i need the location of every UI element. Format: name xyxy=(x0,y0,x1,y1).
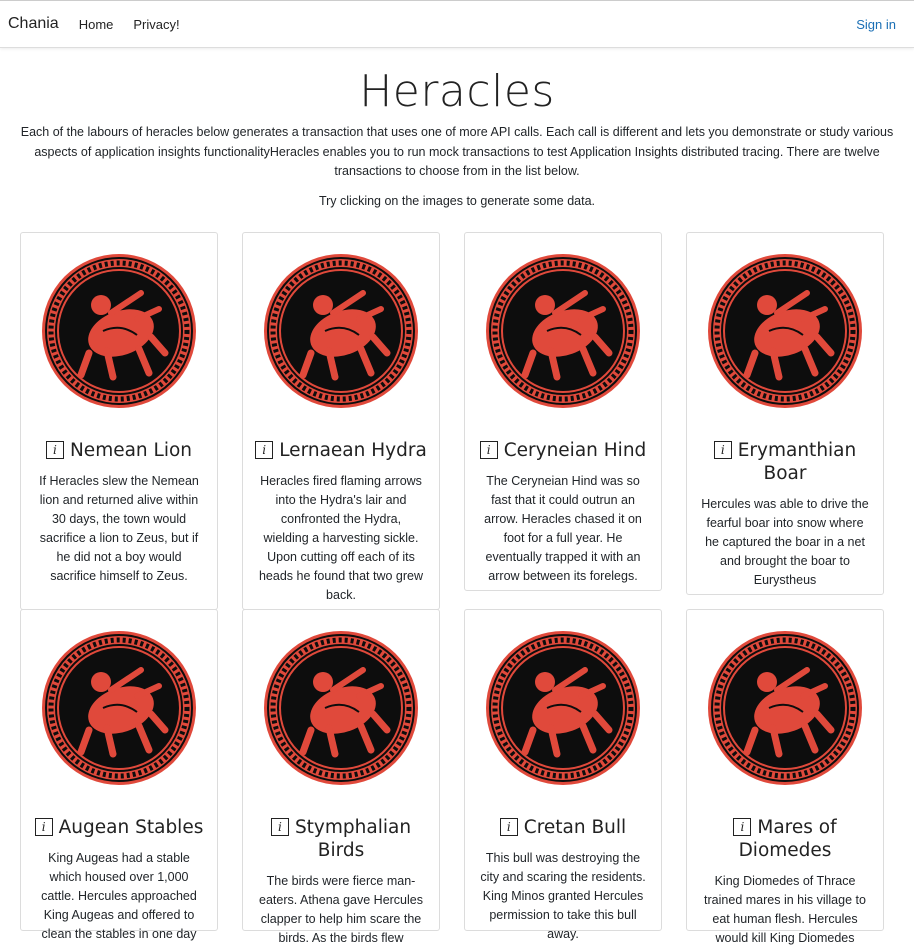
labour-title: i Erymanthian Boar xyxy=(697,439,873,485)
intro-text: Each of the labours of heracles below ge… xyxy=(20,125,894,178)
navbar: Chania Home Privacy! Sign in xyxy=(0,0,914,48)
page-title: Heracles xyxy=(359,66,555,117)
birds-emblem-icon[interactable] xyxy=(263,630,419,786)
labour-card[interactable]: i Erymanthian Boar Hercules was able to dr… xyxy=(686,232,884,595)
lion-emblem-icon[interactable] xyxy=(41,253,197,409)
labour-title: i Mares of Diomedes xyxy=(697,816,873,862)
labour-card[interactable]: i Cretan Bull This bull was destroying the… xyxy=(464,609,662,941)
labour-card[interactable]: i Augean Stables King Augeas had a stable … xyxy=(20,609,218,941)
labour-description: The Ceryneian Hind was so fast that it c… xyxy=(484,474,642,583)
labour-title-text: Stymphalian Birds xyxy=(294,817,412,861)
labour-title: i Nemean Lion xyxy=(31,439,207,462)
labour-title: i Augean Stables xyxy=(31,816,207,839)
info-icon[interactable]: i xyxy=(34,818,53,836)
labour-card[interactable]: i Ceryneian Hind The Ceryneian Hind was so… xyxy=(464,232,662,591)
bull-emblem-icon[interactable] xyxy=(485,630,641,786)
labour-title: i Cretan Bull xyxy=(475,816,651,839)
labour-card[interactable]: i Nemean Lion If Heracles slew the Nemean … xyxy=(20,232,218,610)
labour-title-text: Mares of Diomedes xyxy=(738,817,837,861)
labour-card[interactable]: i Stymphalian Birds The birds were fierce … xyxy=(242,609,440,945)
nav-home-link[interactable]: Home xyxy=(79,17,114,32)
labour-title-text: Ceryneian Hind xyxy=(503,440,647,461)
labour-title-text: Cretan Bull xyxy=(523,817,627,838)
labour-description: The birds were fierce man-eaters. Athena… xyxy=(259,874,423,945)
labour-title-text: Nemean Lion xyxy=(69,440,193,461)
labour-title-text: Augean Stables xyxy=(58,817,204,838)
stables-emblem-icon[interactable] xyxy=(41,630,197,786)
labour-description: If Heracles slew the Nemean lion and ret… xyxy=(39,474,199,583)
labour-card[interactable]: i Lernaean Hydra Heracles fired flaming ar… xyxy=(242,232,440,610)
info-icon[interactable]: i xyxy=(499,818,518,836)
labour-card[interactable]: i Mares of Diomedes King Diomedes of Thrac… xyxy=(686,609,884,945)
labour-title: i Stymphalian Birds xyxy=(253,816,429,862)
labour-description: King Diomedes of Thrace trained mares in… xyxy=(704,874,866,945)
info-icon[interactable]: i xyxy=(479,441,498,459)
info-icon[interactable]: i xyxy=(733,818,752,836)
mares-emblem-icon[interactable] xyxy=(707,630,863,786)
info-icon[interactable]: i xyxy=(270,818,289,836)
hydra-emblem-icon[interactable] xyxy=(263,253,419,409)
sign-in-link[interactable]: Sign in xyxy=(856,17,896,32)
labour-title: i Lernaean Hydra xyxy=(253,439,429,462)
boar-emblem-icon[interactable] xyxy=(707,253,863,409)
labour-title-text: Erymanthian Boar xyxy=(737,440,857,484)
hind-emblem-icon[interactable] xyxy=(485,253,641,409)
labour-description: Heracles fired flaming arrows into the H… xyxy=(258,474,423,602)
brand-link[interactable]: Chania xyxy=(8,15,59,33)
info-icon[interactable]: i xyxy=(45,441,64,459)
labour-title: i Ceryneian Hind xyxy=(475,439,651,462)
info-icon[interactable]: i xyxy=(713,441,732,459)
nav-privacy-link[interactable]: Privacy! xyxy=(133,17,179,32)
labour-description: This bull was destroying the city and sc… xyxy=(480,851,646,941)
labour-title-text: Lernaean Hydra xyxy=(279,440,427,461)
hint-text: Try clicking on the images to generate s… xyxy=(318,193,596,208)
labour-description: King Augeas had a stable which housed ov… xyxy=(41,851,197,941)
labour-description: Hercules was able to drive the fearful b… xyxy=(701,497,869,587)
info-icon[interactable]: i xyxy=(255,441,274,459)
